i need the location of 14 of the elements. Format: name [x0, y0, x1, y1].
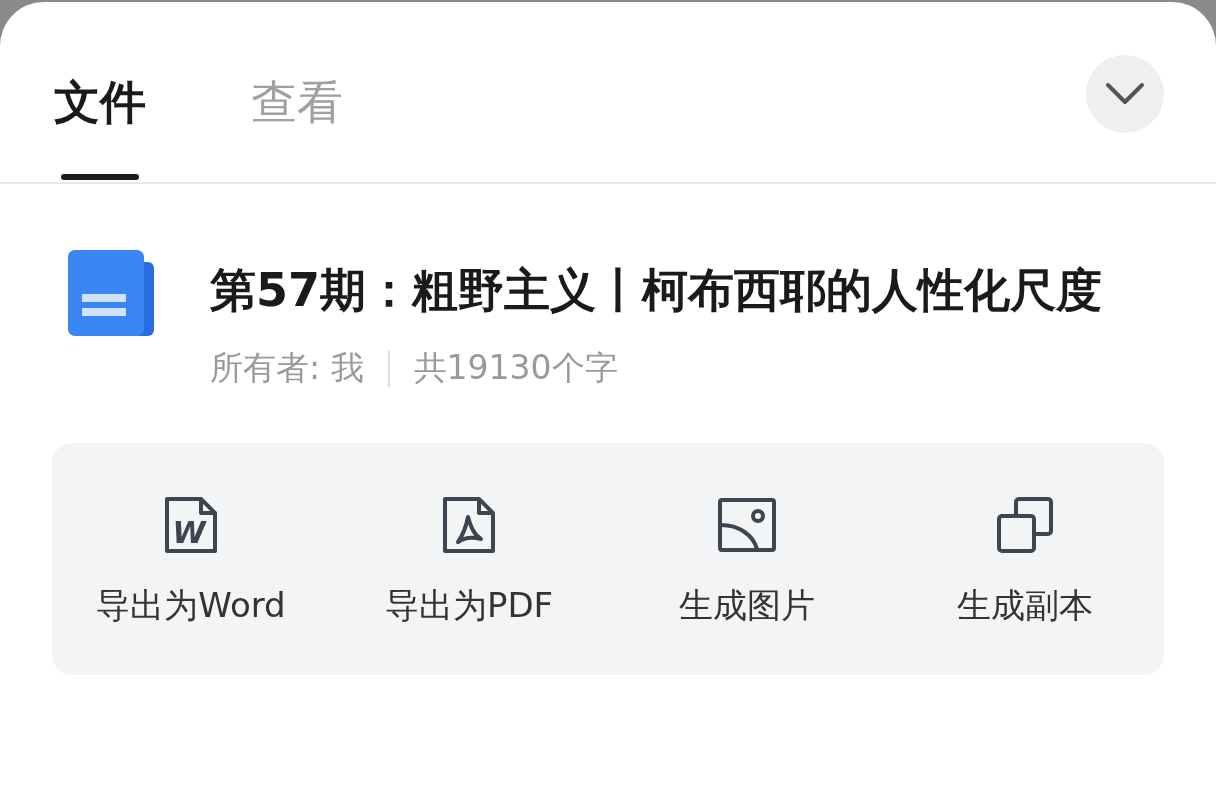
- action-button[interactable]: W 导出为Word: [52, 495, 330, 629]
- document-icon: W: [163, 495, 219, 555]
- tab[interactable]: 文件: [54, 74, 146, 180]
- image-icon: [717, 497, 777, 553]
- action-button[interactable]: 生成副本: [886, 495, 1164, 629]
- copy-icon: [996, 496, 1054, 554]
- pdf-file-icon: [441, 495, 497, 555]
- owner-label: 所有者: 我: [210, 347, 364, 389]
- action-button[interactable]: 导出为PDF: [330, 495, 608, 629]
- action-button[interactable]: 生成图片: [608, 495, 886, 629]
- document-title: 第57期：粗野主义丨柯布西耶的人性化尺度: [210, 262, 1103, 319]
- chevron-down-icon: [1105, 82, 1145, 106]
- word-count: 共19130个字: [413, 347, 618, 389]
- document-icon: [68, 250, 154, 338]
